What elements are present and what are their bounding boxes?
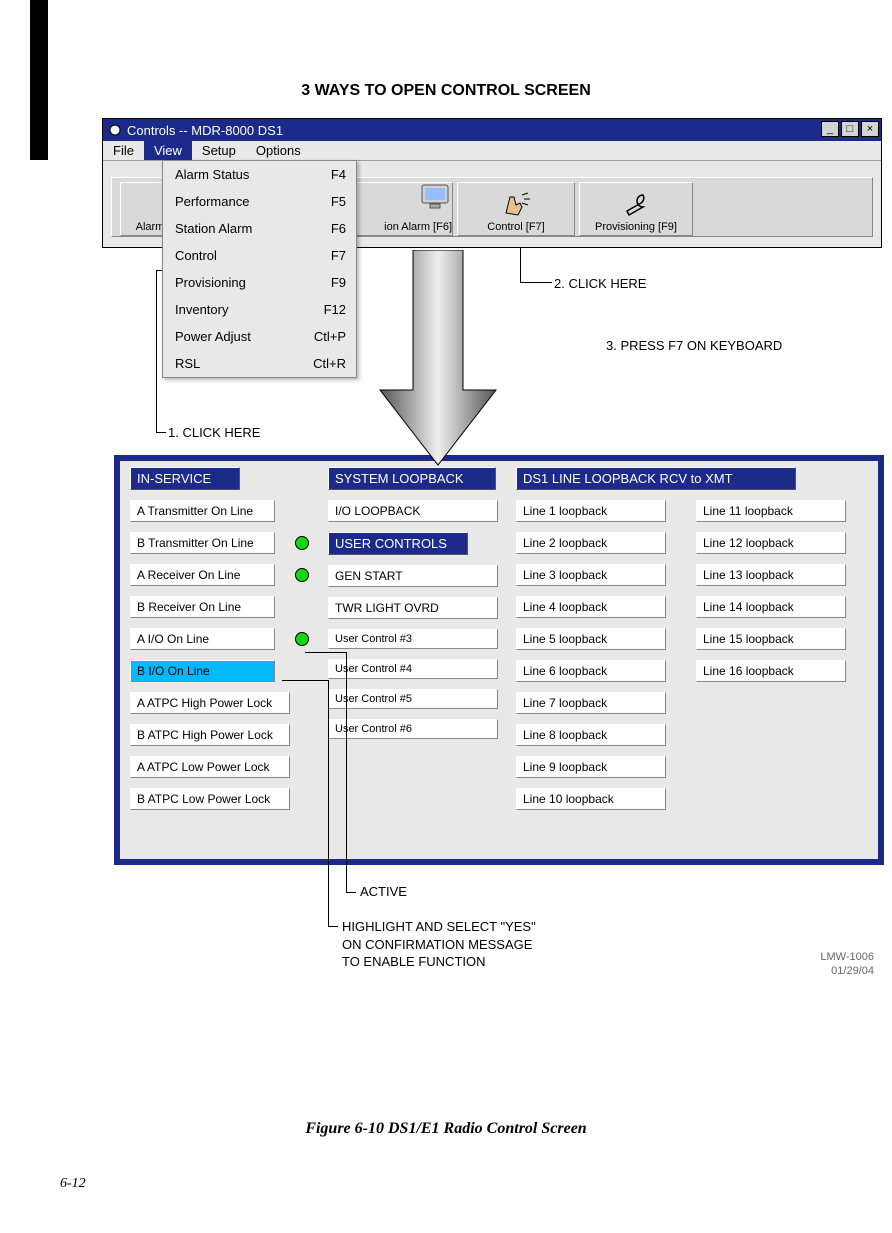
line-11-btn[interactable]: Line 11 loopback bbox=[696, 500, 846, 522]
leader-line bbox=[328, 680, 329, 926]
line-14-btn[interactable]: Line 14 loopback bbox=[696, 596, 846, 618]
line-13-btn[interactable]: Line 13 loopback bbox=[696, 564, 846, 586]
menu-item-inventory[interactable]: InventoryF12 bbox=[163, 296, 356, 323]
twr-light-ovrd-btn[interactable]: TWR LIGHT OVRD bbox=[328, 597, 498, 619]
leader-line bbox=[346, 652, 347, 892]
menu-item-rsl[interactable]: RSLCtl+R bbox=[163, 350, 356, 377]
toolbar-control-label: Control [F7] bbox=[487, 221, 544, 233]
system-loopback-panel: SYSTEM LOOPBACK I/O LOOPBACK USER CONTRO… bbox=[328, 467, 498, 857]
menu-item-performance[interactable]: PerformanceF5 bbox=[163, 188, 356, 215]
menu-view[interactable]: View bbox=[144, 141, 192, 160]
hand-click-icon bbox=[500, 191, 532, 217]
a-atpc-low-btn[interactable]: A ATPC Low Power Lock bbox=[130, 756, 290, 778]
b-receiver-btn[interactable]: B Receiver On Line bbox=[130, 596, 275, 618]
close-button[interactable]: × bbox=[861, 121, 879, 137]
a-receiver-btn[interactable]: A Receiver On Line bbox=[130, 564, 275, 586]
wrench-icon bbox=[621, 191, 651, 217]
toolbar-prov-label: Provisioning [F9] bbox=[595, 221, 677, 233]
b-io-btn[interactable]: B I/O On Line bbox=[130, 660, 275, 682]
leader-line bbox=[346, 892, 356, 893]
menu-item-power-adjust[interactable]: Power AdjustCtl+P bbox=[163, 323, 356, 350]
menu-item-alarm-status[interactable]: Alarm StatusF4 bbox=[163, 161, 356, 188]
doc-id-code: LMW-1006 bbox=[820, 951, 874, 963]
a-atpc-high-btn[interactable]: A ATPC High Power Lock bbox=[130, 692, 290, 714]
maximize-button[interactable]: □ bbox=[841, 121, 859, 137]
line-12-btn[interactable]: Line 12 loopback bbox=[696, 532, 846, 554]
line-1-btn[interactable]: Line 1 loopback bbox=[516, 500, 666, 522]
figure-caption: Figure 6-10 DS1/E1 Radio Control Screen bbox=[0, 1120, 892, 1138]
gen-start-btn[interactable]: GEN START bbox=[328, 565, 498, 587]
status-dot-icon bbox=[295, 536, 309, 550]
leader-line bbox=[156, 432, 166, 433]
doc-id-date: 01/29/04 bbox=[831, 965, 874, 977]
leader-line bbox=[328, 926, 338, 927]
big-arrow-icon bbox=[378, 250, 498, 470]
user-controls-title: USER CONTROLS bbox=[328, 532, 468, 555]
page-number: 6-12 bbox=[60, 1176, 86, 1192]
status-dot-icon bbox=[295, 568, 309, 582]
status-dot-icon bbox=[295, 632, 309, 646]
menu-options[interactable]: Options bbox=[246, 141, 311, 160]
title-bar: Controls -- MDR-8000 DS1 _ □ × bbox=[103, 119, 881, 141]
line-7-btn[interactable]: Line 7 loopback bbox=[516, 692, 666, 714]
line-10-btn[interactable]: Line 10 loopback bbox=[516, 788, 666, 810]
ds1-loopback-panel: DS1 LINE LOOPBACK RCV to XMT Line 1 loop… bbox=[516, 467, 868, 857]
leader-line bbox=[282, 680, 328, 681]
app-icon bbox=[107, 123, 123, 137]
ds1-loopback-title: DS1 LINE LOOPBACK RCV to XMT bbox=[516, 467, 796, 490]
callout-highlight: HIGHLIGHT AND SELECT "YES" ON CONFIRMATI… bbox=[342, 918, 536, 971]
b-atpc-high-btn[interactable]: B ATPC High Power Lock bbox=[130, 724, 290, 746]
window-title: Controls -- MDR-8000 DS1 bbox=[127, 123, 283, 138]
leader-line bbox=[156, 270, 157, 432]
line-16-btn[interactable]: Line 16 loopback bbox=[696, 660, 846, 682]
toolbar-alarm-label: Alarm bbox=[136, 221, 165, 233]
line-5-btn[interactable]: Line 5 loopback bbox=[516, 628, 666, 650]
b-transmitter-btn[interactable]: B Transmitter On Line bbox=[130, 532, 275, 554]
leader-line bbox=[520, 282, 552, 283]
menu-item-provisioning[interactable]: ProvisioningF9 bbox=[163, 269, 356, 296]
view-dropdown: Alarm StatusF4 PerformanceF5 Station Ala… bbox=[162, 160, 357, 378]
section-heading: 3 WAYS TO OPEN CONTROL SCREEN bbox=[0, 82, 892, 100]
toolbar-station-label: ion Alarm [F6] bbox=[384, 221, 452, 233]
document-id: LMW-1006 01/29/04 bbox=[820, 950, 874, 979]
menu-setup[interactable]: Setup bbox=[192, 141, 246, 160]
system-loopback-title: SYSTEM LOOPBACK bbox=[328, 467, 496, 490]
callout-3: 3. PRESS F7 ON KEYBOARD bbox=[606, 338, 782, 353]
toolbar-control-button[interactable]: Control [F7] bbox=[457, 182, 575, 236]
in-service-title: IN-SERVICE bbox=[130, 467, 240, 490]
line-15-btn[interactable]: Line 15 loopback bbox=[696, 628, 846, 650]
leader-line bbox=[520, 248, 521, 282]
user-control-5-btn[interactable]: User Control #5 bbox=[328, 689, 498, 709]
io-loopback-btn[interactable]: I/O LOOPBACK bbox=[328, 500, 498, 522]
line-6-btn[interactable]: Line 6 loopback bbox=[516, 660, 666, 682]
user-control-4-btn[interactable]: User Control #4 bbox=[328, 659, 498, 679]
line-4-btn[interactable]: Line 4 loopback bbox=[516, 596, 666, 618]
a-transmitter-btn[interactable]: A Transmitter On Line bbox=[130, 500, 275, 522]
callout-1: 1. CLICK HERE bbox=[168, 425, 260, 440]
menu-bar: File View Setup Options bbox=[103, 141, 881, 161]
callout-active: ACTIVE bbox=[360, 884, 407, 899]
a-io-btn[interactable]: A I/O On Line bbox=[130, 628, 275, 650]
user-control-6-btn[interactable]: User Control #6 bbox=[328, 719, 498, 739]
page-black-tab bbox=[30, 0, 48, 160]
menu-file[interactable]: File bbox=[103, 141, 144, 160]
line-8-btn[interactable]: Line 8 loopback bbox=[516, 724, 666, 746]
callout-2: 2. CLICK HERE bbox=[554, 276, 646, 291]
menu-item-control[interactable]: ControlF7 bbox=[163, 242, 356, 269]
in-service-panel: IN-SERVICE A Transmitter On Line B Trans… bbox=[130, 467, 310, 857]
line-9-btn[interactable]: Line 9 loopback bbox=[516, 756, 666, 778]
user-control-3-btn[interactable]: User Control #3 bbox=[328, 629, 498, 649]
menu-item-station-alarm[interactable]: Station AlarmF6 bbox=[163, 215, 356, 242]
line-3-btn[interactable]: Line 3 loopback bbox=[516, 564, 666, 586]
line-2-btn[interactable]: Line 2 loopback bbox=[516, 532, 666, 554]
control-panel-window: IN-SERVICE A Transmitter On Line B Trans… bbox=[114, 455, 884, 865]
b-atpc-low-btn[interactable]: B ATPC Low Power Lock bbox=[130, 788, 290, 810]
toolbar-provisioning-button[interactable]: Provisioning [F9] bbox=[579, 182, 693, 236]
monitor-icon bbox=[418, 183, 452, 209]
minimize-button[interactable]: _ bbox=[821, 121, 839, 137]
toolbar-station-alarm-button[interactable]: ion Alarm [F6] bbox=[353, 182, 453, 236]
leader-line bbox=[305, 652, 347, 653]
